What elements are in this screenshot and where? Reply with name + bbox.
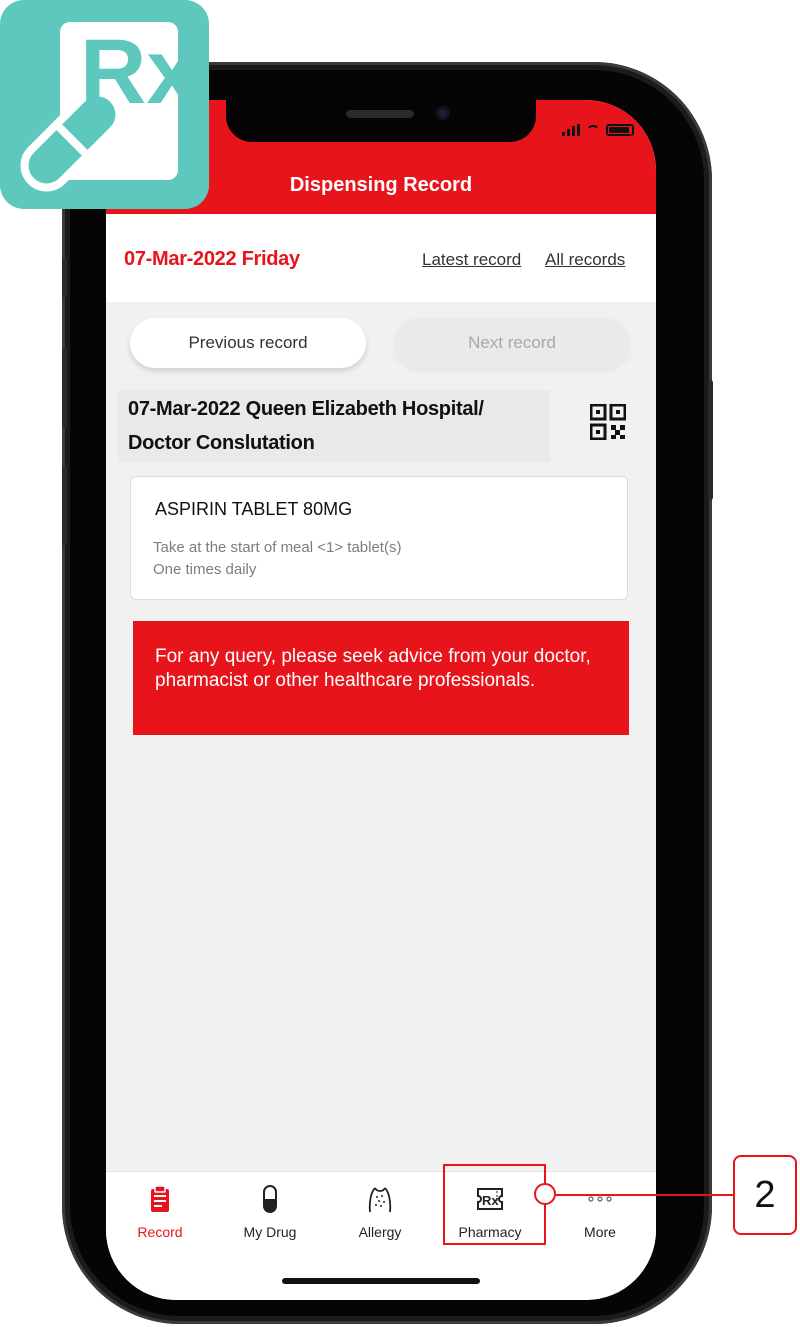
clipboard-icon xyxy=(151,1185,169,1212)
all-records-link[interactable]: All records xyxy=(545,250,625,270)
more-dots-icon xyxy=(588,1196,612,1202)
app-logo: Rx xyxy=(0,0,209,209)
drug-card[interactable]: ASPIRIN TABLET 80MG Take at the start of… xyxy=(130,476,628,600)
tab-label: Record xyxy=(137,1224,183,1240)
side-button-mute xyxy=(62,258,67,298)
callout-number: 2 xyxy=(733,1155,797,1235)
callout-line xyxy=(556,1194,734,1196)
drug-instruction: Take at the start of meal <1> tablet(s) xyxy=(153,539,402,556)
latest-record-link[interactable]: Latest record xyxy=(422,250,521,270)
tab-my-drug[interactable]: My Drug xyxy=(215,1184,325,1240)
drug-name: ASPIRIN TABLET 80MG xyxy=(155,499,353,519)
tab-allergy[interactable]: Allergy xyxy=(325,1184,435,1240)
speaker xyxy=(346,110,414,118)
side-button-power xyxy=(708,380,713,500)
battery-icon xyxy=(606,124,634,136)
side-button-volume-down xyxy=(62,466,67,546)
tab-record[interactable]: Record xyxy=(106,1184,215,1240)
callout-dot xyxy=(534,1183,556,1205)
qr-code-icon[interactable] xyxy=(590,404,626,440)
pharmacy-tab-highlight xyxy=(443,1164,546,1245)
signal-icon xyxy=(562,124,580,136)
home-indicator xyxy=(282,1278,480,1284)
camera-icon xyxy=(436,106,450,120)
next-record-button[interactable]: Next record xyxy=(394,318,630,368)
side-button-volume-up xyxy=(62,348,67,428)
record-service-type: Doctor Conslutation xyxy=(128,432,315,454)
record-date-hospital: 07-Mar-2022 Queen Elizabeth Hospital/ xyxy=(128,398,484,420)
rx-logo-text: Rx xyxy=(80,21,198,123)
allergy-icon xyxy=(368,1187,392,1213)
tab-more[interactable]: More xyxy=(545,1184,655,1240)
previous-record-button[interactable]: Previous record xyxy=(130,318,366,368)
tab-label: My Drug xyxy=(243,1224,297,1240)
tab-label: Allergy xyxy=(358,1224,402,1240)
advice-notice: For any query, please seek advice from y… xyxy=(133,621,629,735)
drug-frequency: One times daily xyxy=(153,561,257,578)
record-date-title: 07-Mar-2022 Friday xyxy=(124,248,300,270)
status-bar xyxy=(562,124,634,136)
wifi-icon xyxy=(586,125,600,135)
tab-label: More xyxy=(584,1224,616,1240)
app-screen: Dispensing Record 07-Mar-2022 Friday Lat… xyxy=(106,100,656,1300)
notch xyxy=(226,100,536,142)
capsule-icon xyxy=(263,1185,277,1213)
